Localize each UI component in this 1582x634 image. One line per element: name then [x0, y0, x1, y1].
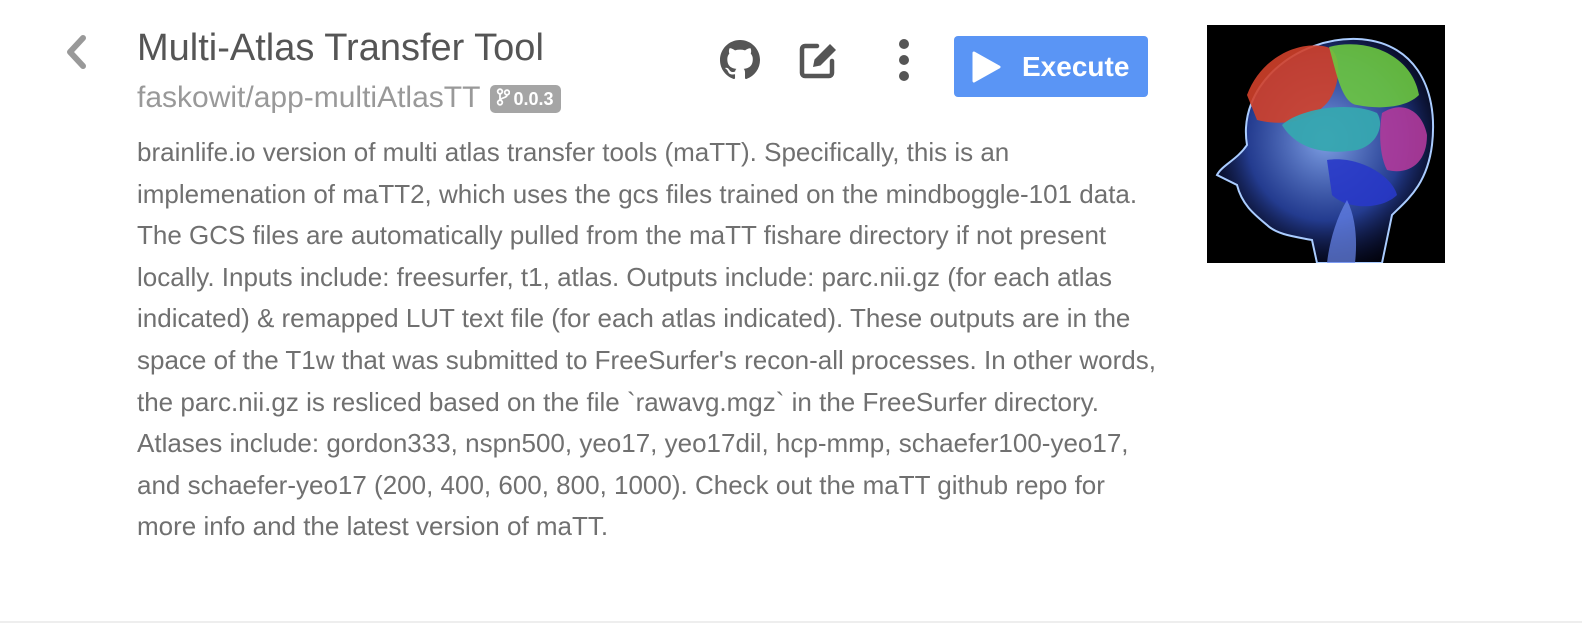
more-options-button[interactable]: [886, 38, 922, 86]
edit-icon: [797, 39, 839, 86]
github-icon: [720, 39, 760, 85]
repo-line: faskowit/app-multiAtlasTT 0.0.3: [137, 78, 562, 118]
execute-label: Execute: [1022, 50, 1130, 82]
page-title: Multi-Atlas Transfer Tool: [137, 27, 544, 69]
app-description: brainlife.io version of multi atlas tran…: [137, 137, 1156, 542]
version-label: 0.0.3: [513, 88, 554, 109]
play-icon: [970, 50, 1002, 84]
github-button[interactable]: [716, 38, 764, 86]
chevron-left-icon: [64, 34, 88, 75]
code-branch-icon: [496, 87, 513, 111]
bottom-divider: [0, 621, 1582, 623]
ellipsis-vertical-icon: [897, 38, 911, 87]
edit-button[interactable]: [794, 38, 842, 86]
app-avatar: [1207, 25, 1445, 263]
repository-name: faskowit/app-multiAtlasTT: [137, 81, 481, 114]
version-badge: 0.0.3: [490, 85, 562, 113]
execute-button[interactable]: Execute: [954, 36, 1148, 97]
back-button[interactable]: [58, 32, 94, 76]
